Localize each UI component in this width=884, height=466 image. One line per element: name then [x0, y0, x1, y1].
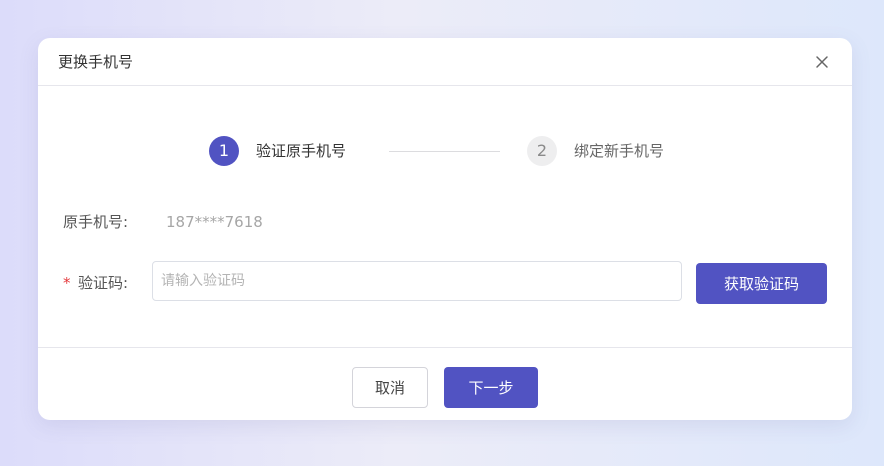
step-indicator: 1 验证原手机号 2 绑定新手机号 — [38, 136, 852, 170]
change-phone-dialog: 更换手机号 1 验证原手机号 2 绑定新手机号 原手机号: 187****761… — [38, 38, 852, 420]
cancel-button[interactable]: 取消 — [352, 367, 428, 408]
step-2-label: 绑定新手机号 — [574, 142, 665, 160]
footer-divider — [38, 347, 852, 348]
step-1-number: 1 — [209, 136, 239, 166]
step-2-number: 2 — [527, 136, 557, 166]
step-1-label: 验证原手机号 — [256, 142, 347, 160]
get-code-button[interactable]: 获取验证码 — [696, 263, 827, 304]
step-connector — [389, 151, 500, 152]
dialog-title: 更换手机号 — [58, 53, 134, 71]
verification-code-label: 验证码: — [78, 274, 129, 292]
required-mark: * — [63, 274, 71, 292]
original-phone-label: 原手机号: — [63, 213, 129, 231]
verification-code-input[interactable] — [152, 261, 682, 301]
original-phone-value: 187****7618 — [166, 213, 263, 231]
next-step-button[interactable]: 下一步 — [444, 367, 538, 408]
close-icon[interactable] — [812, 52, 832, 72]
dialog-header: 更换手机号 — [38, 38, 852, 86]
